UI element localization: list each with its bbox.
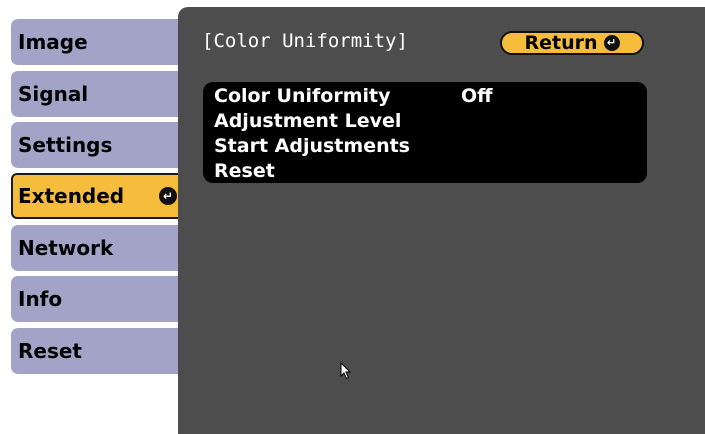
tab-info[interactable]: Info (11, 276, 187, 322)
tab-network[interactable]: Network (11, 225, 187, 271)
return-label: Return (524, 32, 598, 54)
enter-icon: ↵ (159, 187, 177, 205)
tab-reset-label: Reset (18, 339, 82, 363)
tab-signal[interactable]: Signal (11, 71, 187, 117)
tab-extended-label: Extended (18, 184, 125, 208)
settings-panel: [Color Uniformity] Return ↵ Color Uniform… (178, 7, 705, 434)
tab-reset[interactable]: Reset (11, 328, 187, 374)
tab-settings[interactable]: Settings (11, 122, 187, 168)
tab-info-label: Info (18, 287, 63, 311)
menu-item-label: Adjustment Level (214, 110, 402, 132)
panel-title: [Color Uniformity] (202, 30, 408, 52)
menu-list: Color Uniformity Off Adjustment Level St… (203, 82, 647, 183)
menu-item-label: Start Adjustments (214, 135, 410, 157)
menu-item-label: Color Uniformity (214, 85, 391, 107)
tab-settings-label: Settings (18, 133, 113, 157)
enter-icon: ↵ (603, 34, 620, 51)
tab-signal-label: Signal (18, 82, 89, 106)
tab-image-label: Image (18, 30, 88, 54)
menu-item-adjustment-level[interactable]: Adjustment Level (214, 108, 634, 134)
return-button[interactable]: Return ↵ (500, 31, 644, 55)
menu-item-reset[interactable]: Reset (214, 158, 634, 184)
sidebar-tabs: Image Signal Settings Extended ↵ Network… (0, 0, 200, 434)
tab-network-label: Network (18, 236, 114, 260)
menu-item-label: Reset (214, 160, 275, 182)
menu-item-start-adjustments[interactable]: Start Adjustments (214, 133, 634, 159)
menu-item-value: Off (461, 85, 493, 107)
tab-image[interactable]: Image (11, 19, 187, 65)
tab-extended[interactable]: Extended ↵ (11, 173, 187, 219)
menu-item-color-uniformity[interactable]: Color Uniformity Off (214, 83, 634, 109)
